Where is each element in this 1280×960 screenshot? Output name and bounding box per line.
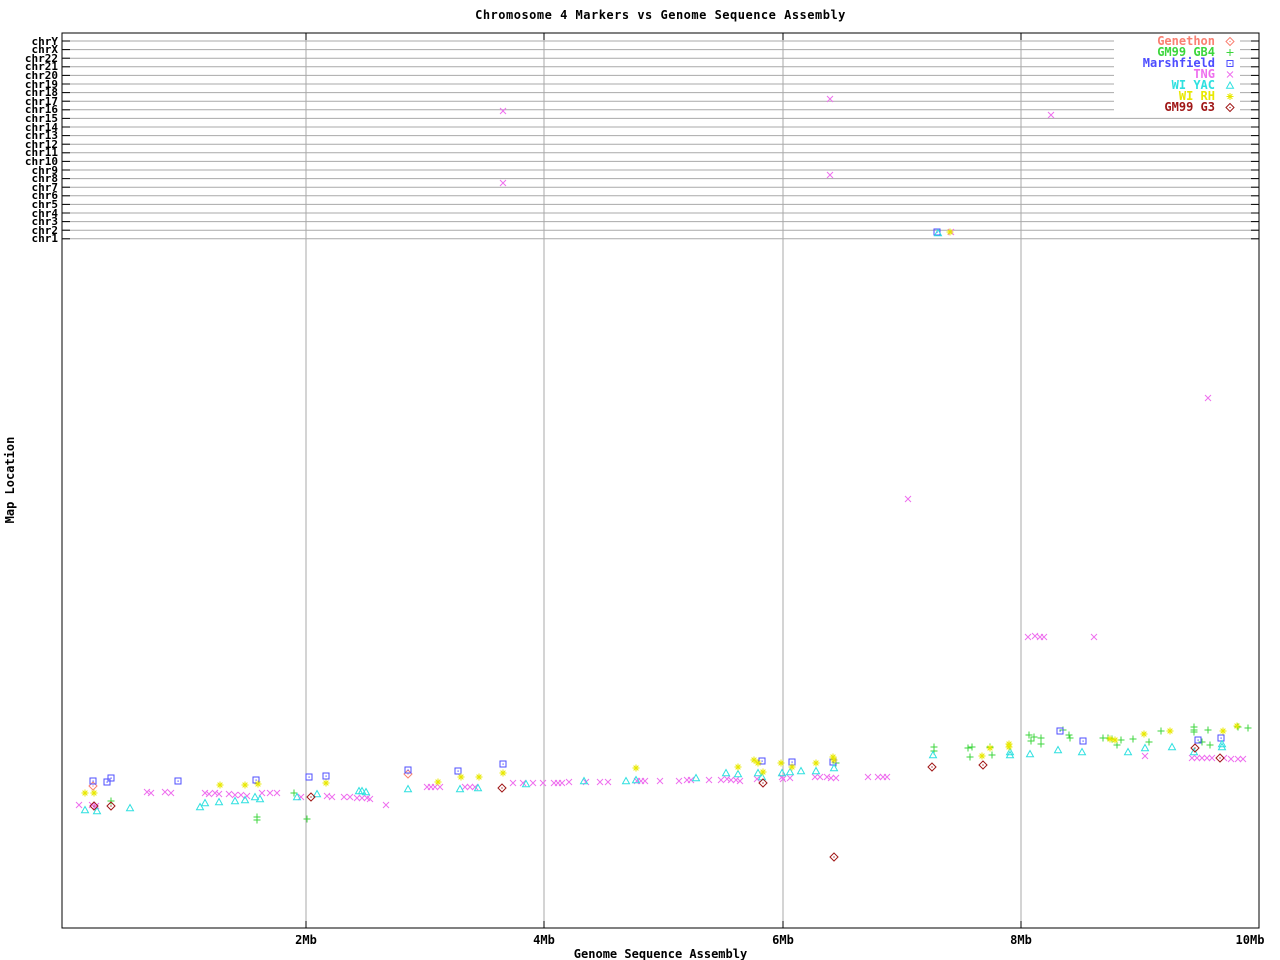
legend-symbol-tng-icon: [1226, 71, 1234, 78]
chromosome-lanes: [62, 40, 1259, 240]
series-yac: [80, 228, 1227, 815]
chart-canvas: Chromosome 4 Markers vs Genome Sequence …: [0, 0, 1280, 960]
series-g3: [89, 743, 1225, 862]
legend-symbol-gb4-icon: [1226, 49, 1234, 56]
x-gridlines: [305, 34, 1022, 927]
legend-symbol-g3-icon: [1225, 102, 1235, 113]
legend-symbol-genethon-icon: [1225, 36, 1235, 47]
series-marshfield: [89, 228, 1225, 786]
legend-symbol-rh-icon: [1226, 93, 1234, 100]
legend-label-g3: GM99 G3: [1164, 100, 1215, 114]
x-tick-label-2Mb: 2Mb: [295, 933, 317, 947]
plot-area: [61, 32, 1260, 929]
legend-item-g3: GM99 G3: [1114, 100, 1238, 114]
series-rh: [81, 228, 1241, 797]
legend-symbol-marshfield-icon: [1226, 60, 1234, 67]
legend-item-marshfield: Marshfield: [1114, 57, 1238, 69]
legend-item-yac: WI YAC: [1114, 79, 1238, 91]
series-genethon: [88, 769, 413, 791]
x-tick-label-4Mb: 4Mb: [533, 933, 555, 947]
legend-symbol-yac-icon: [1225, 80, 1235, 89]
x-axis-label: Genome Sequence Assembly: [573, 947, 748, 960]
legend: Genethon GM99 GB4 Marshfield TNG WI YAC WI RH…: [1114, 35, 1240, 115]
series-tng: [75, 95, 1247, 810]
x-tick-label-8Mb: 8Mb: [1010, 933, 1032, 947]
chr-axis-label-chr1: chr1: [31, 232, 59, 246]
x-tick-label-6Mb: 6Mb: [772, 933, 794, 947]
x-tick-label-10Mb: 10Mb: [1235, 933, 1265, 947]
